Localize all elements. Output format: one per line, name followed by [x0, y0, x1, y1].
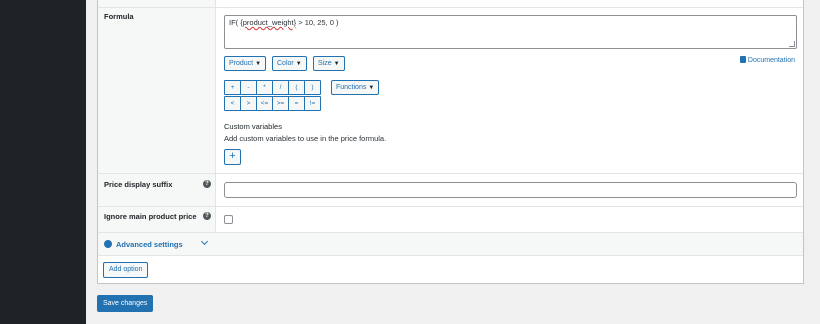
- price-display-suffix-input[interactable]: [224, 182, 797, 198]
- operator-button[interactable]: +: [224, 80, 241, 95]
- operator-grid: + - * / ( ) < > <= >= = !=: [224, 80, 321, 113]
- formula-prefix: IF(: [229, 18, 241, 27]
- custom-variables-description: Add custom variables to use in the price…: [224, 134, 387, 143]
- formula-token: {product_weight}: [240, 18, 297, 27]
- documentation-link[interactable]: Documentation: [739, 56, 795, 66]
- row-divider: [98, 7, 803, 8]
- ignore-main-price-label: Ignore main product price: [104, 212, 197, 221]
- add-option-button[interactable]: Add option: [103, 262, 149, 278]
- custom-variables-title: Custom variables: [224, 122, 282, 131]
- functions-dropdown[interactable]: Functions ▼: [331, 80, 380, 95]
- operator-button[interactable]: /: [272, 80, 289, 95]
- caret-down-icon: ▼: [368, 85, 375, 91]
- formula-suffix: > 10, 25, 0 ): [296, 18, 339, 27]
- dropdown-label: Product: [229, 60, 254, 67]
- operator-button[interactable]: *: [256, 80, 273, 95]
- save-changes-button[interactable]: Save changes: [97, 295, 154, 312]
- resize-handle-icon[interactable]: [789, 41, 795, 47]
- ignore-main-price-checkbox[interactable]: [224, 215, 233, 224]
- caret-down-icon: ▼: [333, 61, 340, 67]
- operator-button[interactable]: -: [240, 80, 257, 95]
- operator-button[interactable]: =: [288, 96, 305, 111]
- operator-button[interactable]: <: [224, 96, 241, 111]
- dropdown-label: Color: [277, 60, 294, 67]
- formula-label: Formula: [104, 12, 134, 21]
- dropdown-label: Size: [318, 60, 332, 67]
- operator-button[interactable]: !=: [304, 96, 321, 111]
- price-display-suffix-label: Price display suffix: [104, 180, 173, 189]
- operator-button[interactable]: <=: [256, 96, 273, 111]
- add-variable-button[interactable]: +: [224, 149, 241, 165]
- documentation-label: Documentation: [747, 57, 795, 64]
- operator-button[interactable]: >: [240, 96, 257, 111]
- help-icon[interactable]: ?: [203, 212, 211, 220]
- formula-textarea[interactable]: IF( {product_weight} > 10, 25, 0 ): [224, 15, 797, 49]
- functions-label: Functions: [336, 84, 367, 91]
- caret-down-icon: ▼: [255, 61, 262, 67]
- advanced-settings-label[interactable]: Advanced settings: [116, 240, 183, 249]
- help-icon[interactable]: ?: [203, 180, 211, 188]
- option-settings-panel: Formula IF( {product_weight} > 10, 25, 0…: [97, 0, 804, 284]
- row-divider: [98, 255, 803, 256]
- operator-button[interactable]: (: [288, 80, 305, 95]
- row-divider: [98, 232, 803, 233]
- size-dropdown[interactable]: Size ▼: [313, 56, 345, 71]
- gear-icon: [104, 240, 112, 248]
- color-dropdown[interactable]: Color ▼: [272, 56, 307, 71]
- product-dropdown[interactable]: Product ▼: [224, 56, 267, 71]
- caret-down-icon: ▼: [295, 61, 302, 67]
- book-icon: [739, 56, 746, 63]
- label-column: [98, 0, 216, 232]
- row-divider: [98, 173, 803, 174]
- operator-button[interactable]: >=: [272, 96, 289, 111]
- operator-button[interactable]: ): [304, 80, 321, 95]
- row-divider: [98, 206, 803, 207]
- admin-sidebar: [0, 0, 86, 324]
